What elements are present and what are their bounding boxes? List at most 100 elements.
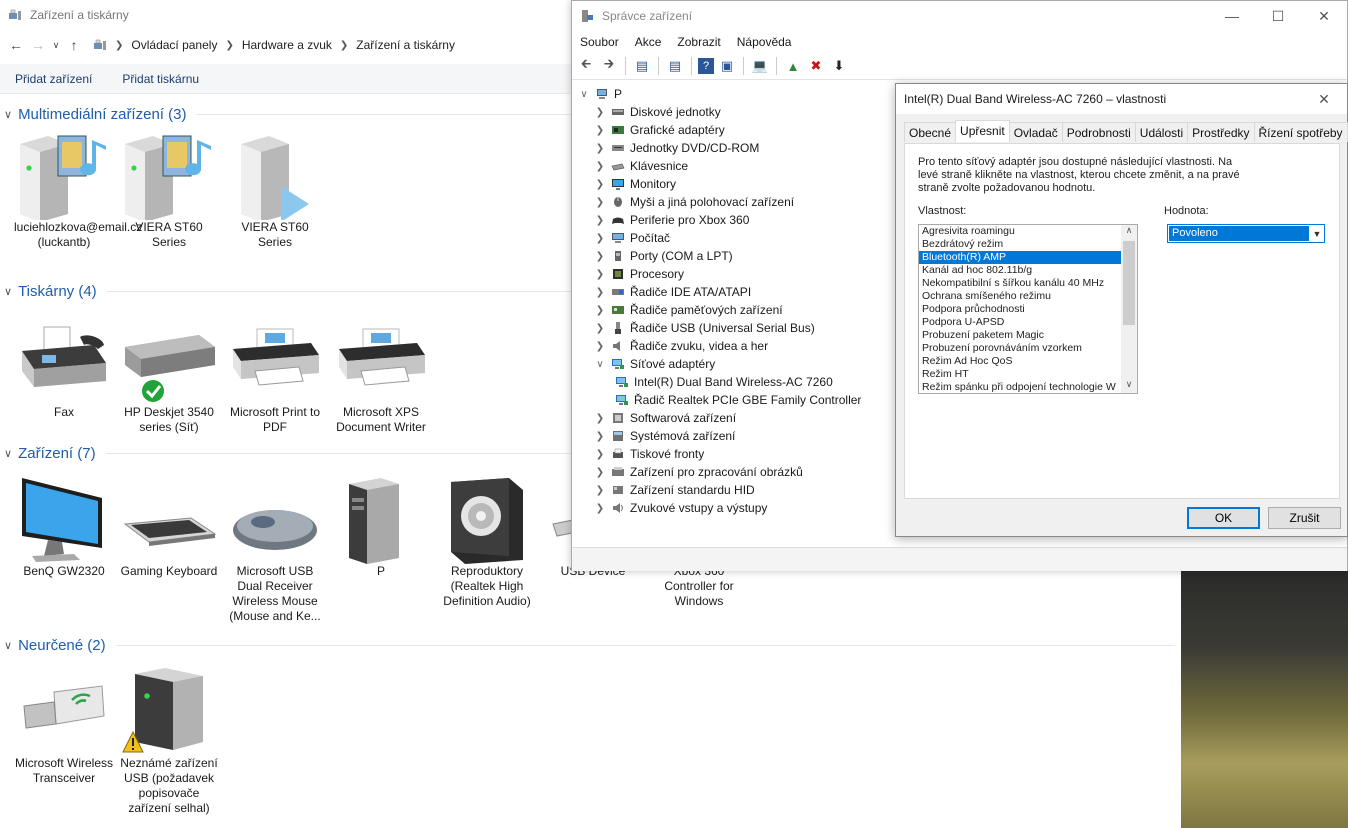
device-item[interactable]: Microsoft Wireless Transceiver bbox=[14, 666, 114, 786]
tree-category-item[interactable]: ∨ Síťové adaptéry bbox=[576, 355, 898, 373]
tree-category-item[interactable]: ❯ Diskové jednotky bbox=[576, 103, 898, 121]
expand-chevron-icon[interactable]: ❯ bbox=[592, 125, 608, 136]
breadcrumb-item[interactable]: Zařízení a tiskárny bbox=[356, 38, 455, 52]
expand-chevron-icon[interactable]: ❯ bbox=[592, 413, 608, 424]
breadcrumb-item[interactable]: Hardware a zvuk bbox=[242, 38, 332, 52]
expand-chevron-icon[interactable]: ❯ bbox=[592, 233, 608, 244]
chevron-down-icon[interactable]: ▼ bbox=[1310, 229, 1324, 239]
view-icon[interactable]: ▣ bbox=[717, 56, 737, 76]
property-list-item[interactable]: Ochrana smíšeného režimu bbox=[919, 290, 1122, 303]
property-list-item[interactable]: Podpora průchodnosti bbox=[919, 303, 1122, 316]
forward-arrow-icon[interactable]: → bbox=[27, 34, 49, 56]
device-item[interactable]: Reproduktory (Realtek High Definition Au… bbox=[437, 474, 537, 609]
uninstall-device-icon[interactable]: ✖ bbox=[806, 56, 826, 76]
value-dropdown[interactable]: Povoleno ▼ bbox=[1167, 224, 1325, 243]
show-hide-tree-icon[interactable]: ▤ bbox=[632, 56, 652, 76]
expand-chevron-icon[interactable]: ❯ bbox=[592, 305, 608, 316]
menu-view[interactable]: Zobrazit bbox=[677, 35, 720, 49]
menu-help[interactable]: Nápověda bbox=[737, 35, 792, 49]
tree-device-item[interactable]: Řadič Realtek PCIe GBE Family Controller bbox=[576, 391, 898, 409]
expand-chevron-icon[interactable]: ❯ bbox=[592, 215, 608, 226]
device-item[interactable]: P bbox=[331, 474, 431, 579]
close-icon[interactable]: ✕ bbox=[1301, 1, 1347, 31]
property-list-item[interactable]: Kanál ad hoc 802.11b/g bbox=[919, 264, 1122, 277]
tab-details[interactable]: Podrobnosti bbox=[1061, 122, 1136, 142]
expand-chevron-icon[interactable]: ❯ bbox=[592, 287, 608, 298]
tab-power-management[interactable]: Řízení spotřeby bbox=[1253, 122, 1348, 142]
close-icon[interactable]: ✕ bbox=[1301, 84, 1347, 114]
tree-category-item[interactable]: ❯ Řadiče paměťových zařízení bbox=[576, 301, 898, 319]
properties-icon[interactable]: ▤ bbox=[665, 56, 685, 76]
property-list-item[interactable]: Probuzení porovnáváním vzorkem bbox=[919, 342, 1122, 355]
update-driver-icon[interactable]: ▲ bbox=[783, 56, 803, 76]
group-header-unspecified[interactable]: ∨ Neurčené (2) bbox=[0, 635, 1175, 655]
property-list[interactable]: Agresivita roamingu Bezdrátový režim Bluet… bbox=[918, 224, 1138, 394]
collapse-chevron-icon[interactable]: ∨ bbox=[4, 639, 12, 652]
tree-category-item[interactable]: ❯ Zařízení standardu HID bbox=[576, 481, 898, 499]
help-icon[interactable]: ? bbox=[698, 58, 714, 74]
up-arrow-icon[interactable]: ↑ bbox=[63, 34, 85, 56]
tree-category-item[interactable]: ❯ Periferie pro Xbox 360 bbox=[576, 211, 898, 229]
expand-chevron-icon[interactable]: ❯ bbox=[592, 161, 608, 172]
add-device-button[interactable]: Přidat zařízení bbox=[15, 72, 92, 86]
expand-chevron-icon[interactable]: ❯ bbox=[592, 107, 608, 118]
device-item[interactable]: Fax bbox=[14, 315, 114, 420]
expand-chevron-icon[interactable]: ❯ bbox=[592, 323, 608, 334]
tab-resources[interactable]: Prostředky bbox=[1187, 122, 1255, 142]
collapse-chevron-icon[interactable]: ∨ bbox=[4, 447, 12, 460]
expand-chevron-icon[interactable]: ❯ bbox=[592, 449, 608, 460]
tree-category-item[interactable]: ❯ Řadiče zvuku, videa a her bbox=[576, 337, 898, 355]
tree-category-item[interactable]: ❯ Monitory bbox=[576, 175, 898, 193]
tree-category-item[interactable]: ❯ Jednotky DVD/CD-ROM bbox=[576, 139, 898, 157]
tree-category-item[interactable]: ❯ Klávesnice bbox=[576, 157, 898, 175]
scroll-down-icon[interactable]: ∨ bbox=[1121, 379, 1137, 393]
maximize-icon[interactable]: ☐ bbox=[1255, 1, 1301, 31]
property-list-item[interactable]: Bezdrátový režim bbox=[919, 238, 1122, 251]
device-item[interactable]: VIERA ST60 Series bbox=[225, 130, 325, 250]
menu-file[interactable]: Soubor bbox=[580, 35, 619, 49]
tree-device-item[interactable]: Intel(R) Dual Band Wireless-AC 7260 bbox=[576, 373, 898, 391]
device-item[interactable]: Microsoft USB Dual Receiver Wireless Mou… bbox=[225, 474, 325, 624]
property-list-scrollbar[interactable]: ∧ ∨ bbox=[1121, 225, 1137, 393]
cancel-button[interactable]: Zrušit bbox=[1268, 507, 1341, 529]
scan-hardware-icon[interactable]: 💻 bbox=[750, 56, 770, 76]
tree-category-item[interactable]: ❯ Myši a jiná polohovací zařízení bbox=[576, 193, 898, 211]
property-list-item[interactable]: Probuzení paketem Magic bbox=[919, 329, 1122, 342]
expand-chevron-icon[interactable]: ❯ bbox=[592, 251, 608, 262]
tree-category-item[interactable]: ❯ Počítač bbox=[576, 229, 898, 247]
expand-chevron-icon[interactable]: ❯ bbox=[592, 431, 608, 442]
download-icon[interactable]: ⬇ bbox=[829, 56, 849, 76]
expand-chevron-icon[interactable]: ❯ bbox=[592, 341, 608, 352]
tab-driver[interactable]: Ovladač bbox=[1008, 122, 1063, 142]
device-item[interactable]: VIERA ST60 Series bbox=[119, 130, 219, 250]
property-list-item[interactable]: Bluetooth(R) AMP bbox=[919, 251, 1122, 264]
scroll-up-icon[interactable]: ∧ bbox=[1121, 225, 1137, 239]
tab-events[interactable]: Události bbox=[1134, 122, 1189, 142]
collapse-chevron-icon[interactable]: ∨ bbox=[592, 359, 608, 370]
menu-action[interactable]: Akce bbox=[635, 35, 662, 49]
tree-category-item[interactable]: ❯ Řadiče IDE ATA/ATAPI bbox=[576, 283, 898, 301]
tree-root[interactable]: ∨ P bbox=[576, 85, 898, 103]
property-list-item[interactable]: Podpora U-APSD bbox=[919, 316, 1122, 329]
property-list-item[interactable]: Režim spánku při odpojení technologie W bbox=[919, 381, 1122, 393]
expand-chevron-icon[interactable]: ❯ bbox=[592, 485, 608, 496]
ok-button[interactable]: OK bbox=[1187, 507, 1260, 529]
minimize-icon[interactable]: — bbox=[1209, 1, 1255, 31]
tree-category-item[interactable]: ❯ Grafické adaptéry bbox=[576, 121, 898, 139]
tree-category-item[interactable]: ❯ Zařízení pro zpracování obrázků bbox=[576, 463, 898, 481]
collapse-chevron-icon[interactable]: ∨ bbox=[4, 285, 12, 298]
back-arrow-icon[interactable]: ← bbox=[5, 34, 27, 56]
property-list-item[interactable]: Nekompatibilní s šířkou kanálu 40 MHz bbox=[919, 277, 1122, 290]
expand-chevron-icon[interactable]: ❯ bbox=[592, 269, 608, 280]
property-list-item[interactable]: Režim Ad Hoc QoS bbox=[919, 355, 1122, 368]
tree-category-item[interactable]: ❯ Tiskové fronty bbox=[576, 445, 898, 463]
scroll-thumb[interactable] bbox=[1123, 241, 1135, 325]
device-item[interactable]: Neznámé zařízení USB (požadavek popisova… bbox=[119, 666, 219, 816]
property-list-item[interactable]: Agresivita roamingu bbox=[919, 225, 1122, 238]
device-item[interactable]: Microsoft XPS Document Writer bbox=[331, 315, 431, 435]
recent-locations-chevron-icon[interactable]: ∨ bbox=[49, 34, 63, 56]
expand-chevron-icon[interactable]: ❯ bbox=[592, 503, 608, 514]
collapse-chevron-icon[interactable]: ∨ bbox=[576, 89, 592, 100]
tree-category-item[interactable]: ❯ Procesory bbox=[576, 265, 898, 283]
tree-category-item[interactable]: ❯ Řadiče USB (Universal Serial Bus) bbox=[576, 319, 898, 337]
